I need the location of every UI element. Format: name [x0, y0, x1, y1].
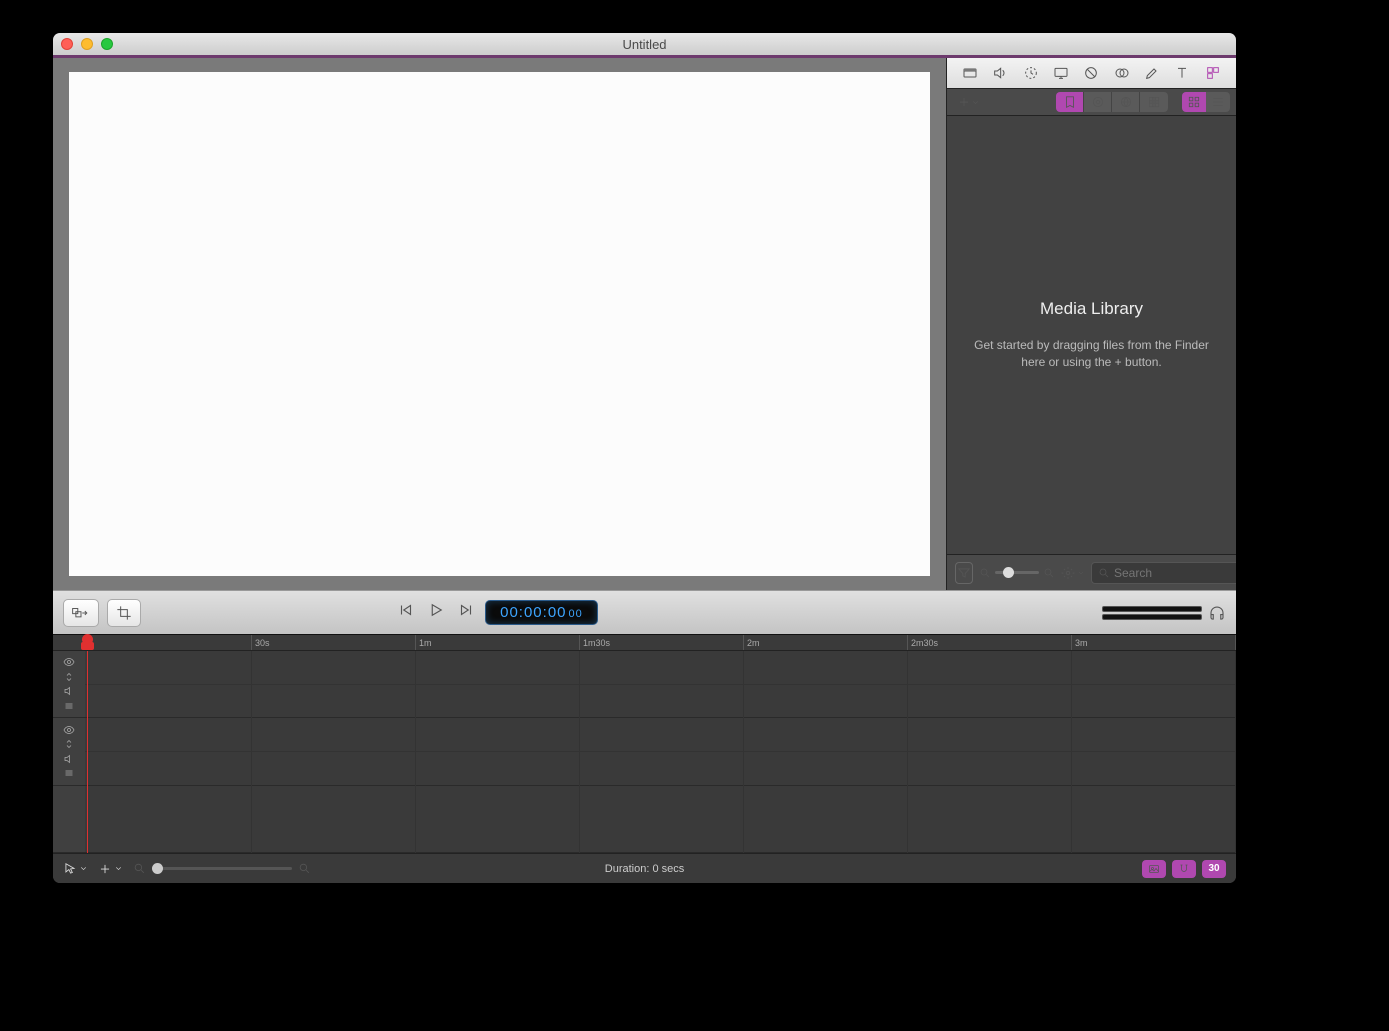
ruler-tick: 3m: [1071, 635, 1088, 650]
zoom-out-icon[interactable]: [133, 862, 146, 875]
ruler-tick: 1m30s: [579, 635, 610, 650]
screen-tab-icon[interactable]: [1050, 62, 1072, 84]
ruler-tick: 30s: [251, 635, 270, 650]
timeline-ruler[interactable]: 30s 1m 1m30s 2m 2m30s 3m 3m30s: [53, 635, 1236, 651]
search-icon: [1098, 567, 1110, 579]
timeline-zoom-slider[interactable]: [152, 867, 292, 870]
video-tab-icon[interactable]: [959, 62, 981, 84]
library-search-input[interactable]: [1114, 566, 1236, 580]
add-media-button[interactable]: [953, 93, 984, 111]
library-view-segment: [1182, 92, 1230, 112]
volume-bars: [1102, 606, 1202, 620]
library-zoom-slider[interactable]: [995, 571, 1039, 574]
timecode-display[interactable]: 00:00:00 00: [485, 600, 598, 625]
main-row: Media Library Get started by dragging fi…: [53, 58, 1236, 590]
audio-tab-icon[interactable]: [989, 62, 1011, 84]
view-grid-icon[interactable]: [1182, 92, 1206, 112]
transport-controls: 00:00:00 00: [397, 600, 598, 625]
timecode-frames: 00: [569, 608, 583, 620]
track-row-3[interactable]: [85, 786, 1236, 853]
canvas[interactable]: [69, 72, 930, 576]
library-hint: Get started by dragging files from the F…: [967, 337, 1216, 371]
zoom-in-icon[interactable]: [298, 862, 311, 875]
track-header-1[interactable]: [53, 651, 85, 718]
minimize-window-button[interactable]: [81, 38, 93, 50]
menu-icon[interactable]: [63, 700, 75, 712]
next-button[interactable]: [457, 601, 475, 624]
library-source-tabs: [947, 88, 1236, 116]
chevron-up-down-icon[interactable]: [63, 671, 75, 683]
timeline-zoom: [133, 862, 311, 875]
eye-icon[interactable]: [63, 724, 75, 736]
speaker-icon[interactable]: [63, 753, 75, 765]
track-headers: [53, 651, 85, 853]
ruler-tick: 2m: [743, 635, 760, 650]
library-footer: [947, 554, 1236, 590]
duration-label: Duration: 0 secs: [605, 863, 684, 875]
library-empty-state: Media Library Get started by dragging fi…: [947, 116, 1236, 554]
source-itunes-icon[interactable]: [1112, 92, 1140, 112]
inspector-panel: Media Library Get started by dragging fi…: [946, 58, 1236, 590]
traffic-lights: [61, 38, 113, 50]
source-project-icon[interactable]: [1056, 92, 1084, 112]
track-row-1[interactable]: [85, 651, 1236, 718]
library-settings-button[interactable]: [1061, 566, 1085, 580]
canvas-area: [53, 58, 946, 590]
thumbnail-toggle-button[interactable]: [1142, 860, 1166, 878]
view-list-icon[interactable]: [1206, 92, 1230, 112]
previous-button[interactable]: [397, 601, 415, 624]
crop-button[interactable]: [107, 599, 141, 627]
media-library-tab-icon[interactable]: [1202, 62, 1224, 84]
annotations-tab-icon[interactable]: [1141, 62, 1163, 84]
playhead[interactable]: [87, 635, 88, 650]
source-photos-icon[interactable]: [1084, 92, 1112, 112]
timeline-footer: Duration: 0 secs 30: [53, 853, 1236, 883]
snap-interval-button[interactable]: 30: [1202, 860, 1226, 878]
timecode-main: 00:00:00: [500, 604, 566, 621]
library-source-segment: [1056, 92, 1168, 112]
eye-icon[interactable]: [63, 656, 75, 668]
track-header-2[interactable]: [53, 718, 85, 785]
export-segments-button[interactable]: [63, 599, 99, 627]
ruler-tick: 3m30s: [1235, 635, 1236, 650]
add-tool[interactable]: [98, 862, 123, 876]
pointer-tool[interactable]: [63, 862, 88, 876]
timeline: 30s 1m 1m30s 2m 2m30s 3m 3m30s: [53, 634, 1236, 883]
tracks-area: [53, 651, 1236, 853]
chevron-up-down-icon[interactable]: [63, 738, 75, 750]
library-zoom: [979, 567, 1055, 579]
track-header-3[interactable]: [53, 786, 85, 853]
library-title: Media Library: [1040, 299, 1143, 319]
titlebar: Untitled: [53, 33, 1236, 55]
zoom-in-icon[interactable]: [1043, 567, 1055, 579]
inspector-toolbar: [947, 58, 1236, 88]
speaker-icon[interactable]: [63, 685, 75, 697]
app-window: Untitled: [53, 33, 1236, 883]
filter-button[interactable]: [955, 562, 973, 584]
text-tab-icon[interactable]: [1171, 62, 1193, 84]
track-rows[interactable]: [85, 651, 1236, 853]
callout-tab-icon[interactable]: [1080, 62, 1102, 84]
touch-tab-icon[interactable]: [1111, 62, 1133, 84]
ruler-tick: 2m30s: [907, 635, 938, 650]
library-search-field[interactable]: [1091, 562, 1236, 584]
source-grid-icon[interactable]: [1140, 92, 1168, 112]
track-row-2[interactable]: [85, 718, 1236, 785]
window-title: Untitled: [53, 37, 1236, 52]
volume-meter: [1102, 604, 1226, 622]
playbar: 00:00:00 00: [53, 590, 1236, 634]
ruler-tick: 1m: [415, 635, 432, 650]
snap-toggle-button[interactable]: [1172, 860, 1196, 878]
headphones-icon[interactable]: [1208, 604, 1226, 622]
zoom-out-icon[interactable]: [979, 567, 991, 579]
timing-tab-icon[interactable]: [1020, 62, 1042, 84]
play-button[interactable]: [427, 601, 445, 624]
close-window-button[interactable]: [61, 38, 73, 50]
menu-icon[interactable]: [63, 767, 75, 779]
zoom-window-button[interactable]: [101, 38, 113, 50]
